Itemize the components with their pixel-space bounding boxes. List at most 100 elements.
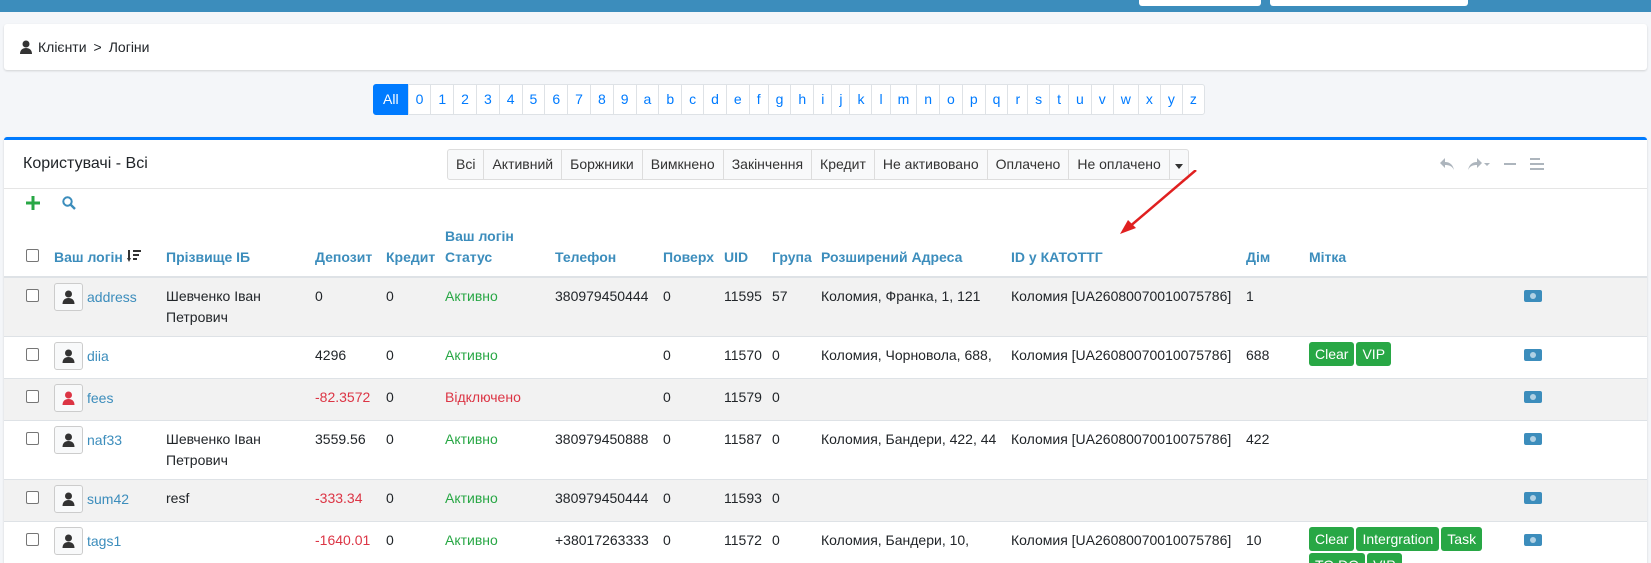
user-avatar-icon[interactable] [54, 527, 83, 555]
money-icon[interactable] [1524, 534, 1542, 546]
alphabet-letter[interactable]: 5 [521, 84, 546, 115]
status-filter-button[interactable]: Кредит [811, 149, 875, 180]
col-status[interactable]: Ваш логін Статус [441, 223, 551, 278]
alphabet-letter[interactable]: p [961, 84, 986, 115]
user-avatar-icon[interactable] [54, 384, 83, 412]
alphabet-letter[interactable]: d [703, 84, 727, 115]
alphabet-letter[interactable]: a [635, 84, 660, 115]
money-icon[interactable] [1524, 391, 1542, 403]
col-address[interactable]: Розширений Адреса [817, 223, 1007, 278]
alphabet-letter[interactable]: l [871, 84, 891, 115]
login-link[interactable]: fees [87, 384, 113, 412]
plus-icon[interactable] [26, 196, 40, 213]
alphabet-letter[interactable]: x [1137, 84, 1161, 115]
user-avatar-icon[interactable] [54, 426, 83, 454]
search-icon[interactable] [62, 196, 76, 213]
col-fio[interactable]: Прізвище ІБ [162, 223, 311, 278]
alphabet-letter[interactable]: q [984, 84, 1009, 115]
col-deposit[interactable]: Депозит [311, 223, 382, 278]
alphabet-letter[interactable]: 3 [475, 84, 500, 115]
alphabet-letter[interactable]: z [1181, 84, 1205, 115]
alphabet-letter[interactable]: 4 [498, 84, 523, 115]
row-checkbox[interactable] [26, 289, 39, 302]
login-link[interactable]: diia [87, 342, 109, 370]
alphabet-letter[interactable]: j [831, 84, 851, 115]
tag-badge[interactable]: Task [1441, 527, 1483, 551]
row-checkbox[interactable] [26, 491, 39, 504]
money-icon[interactable] [1524, 349, 1542, 361]
alphabet-letter[interactable]: w [1112, 84, 1139, 115]
alphabet-letter[interactable]: s [1027, 84, 1051, 115]
address-cell: Коломия, Франка, 1, 121 [817, 276, 1007, 337]
tag-badge[interactable]: VIP [1356, 342, 1392, 366]
money-icon[interactable] [1524, 290, 1542, 302]
user-avatar-icon[interactable] [54, 485, 83, 513]
alphabet-letter[interactable]: 6 [544, 84, 569, 115]
user-avatar-icon[interactable] [54, 342, 83, 370]
alphabet-letter[interactable]: 1 [430, 84, 455, 115]
alphabet-letter[interactable]: e [725, 84, 750, 115]
alphabet-letter[interactable]: v [1090, 84, 1114, 115]
navbar-control[interactable] [1139, 0, 1261, 6]
money-icon[interactable] [1524, 492, 1542, 504]
alphabet-letter[interactable]: n [916, 84, 941, 115]
alphabet-letter[interactable]: 9 [612, 84, 637, 115]
row-checkbox[interactable] [26, 533, 39, 546]
redo-icon[interactable] [1468, 157, 1490, 173]
login-link[interactable]: naf33 [87, 426, 122, 454]
alphabet-letter[interactable]: k [849, 84, 873, 115]
alphabet-letter[interactable]: f [748, 84, 769, 115]
alphabet-letter[interactable]: All [373, 84, 409, 115]
tag-badge[interactable]: Clear [1309, 342, 1355, 366]
alphabet-letter[interactable]: g [767, 84, 792, 115]
login-link[interactable]: sum42 [87, 485, 129, 513]
alphabet-letter[interactable]: m [889, 84, 918, 115]
alphabet-letter[interactable]: t [1049, 84, 1069, 115]
status-filter-button[interactable]: Активний [483, 149, 563, 180]
col-group[interactable]: Група [768, 223, 817, 278]
row-checkbox[interactable] [26, 348, 39, 361]
user-avatar-icon[interactable] [54, 283, 83, 311]
alphabet-letter[interactable]: r [1007, 84, 1029, 115]
col-floor[interactable]: Поверх [659, 223, 720, 278]
alphabet-letter[interactable]: 2 [453, 84, 477, 115]
col-credit[interactable]: Кредит [382, 223, 441, 278]
col-house[interactable]: Дім [1242, 223, 1305, 278]
alphabet-letter[interactable]: o [939, 84, 963, 115]
col-login[interactable]: Ваш логін [50, 223, 162, 278]
col-phone[interactable]: Телефон [551, 223, 659, 278]
status-filter-button[interactable]: Боржники [561, 149, 643, 180]
status-filter-button[interactable]: Оплачено [986, 149, 1070, 180]
tag-badge[interactable]: Intergration [1356, 527, 1440, 551]
tag-badge[interactable]: TO DO [1309, 553, 1366, 563]
undo-icon[interactable] [1440, 157, 1454, 173]
select-all-checkbox[interactable] [26, 249, 39, 262]
alphabet-letter[interactable]: 8 [589, 84, 614, 115]
status-filter-button[interactable]: Вимкнено [641, 149, 724, 180]
alphabet-letter[interactable]: c [681, 84, 705, 115]
alphabet-letter[interactable]: 0 [407, 84, 432, 115]
alphabet-letter[interactable]: i [813, 84, 833, 115]
alphabet-letter[interactable]: b [658, 84, 683, 115]
login-link[interactable]: address [87, 283, 137, 311]
breadcrumb-clients[interactable]: Клієнти [38, 39, 87, 55]
status-filter-button[interactable]: Всі [447, 149, 485, 180]
alphabet-letter[interactable]: h [790, 84, 815, 115]
status-filter-button[interactable]: Не активовано [873, 149, 988, 180]
minus-icon[interactable] [1504, 157, 1516, 173]
login-link[interactable]: tags1 [87, 527, 121, 555]
payment-cell [1520, 521, 1647, 563]
col-uid[interactable]: UID [720, 223, 768, 278]
row-checkbox[interactable] [26, 432, 39, 445]
alphabet-letter[interactable]: u [1068, 84, 1092, 115]
navbar-search-control[interactable] [1270, 0, 1468, 6]
alphabet-letter[interactable]: 7 [567, 84, 591, 115]
menu-icon[interactable] [1530, 157, 1544, 173]
tag-badge[interactable]: VIP [1367, 553, 1402, 563]
tag-badge[interactable]: Clear [1309, 527, 1355, 551]
alphabet-letter[interactable]: y [1159, 84, 1183, 115]
row-checkbox[interactable] [26, 390, 39, 403]
status-filter-button[interactable]: Закінчення [722, 149, 813, 180]
col-tags[interactable]: Мітка [1305, 223, 1520, 278]
money-icon[interactable] [1524, 433, 1542, 445]
